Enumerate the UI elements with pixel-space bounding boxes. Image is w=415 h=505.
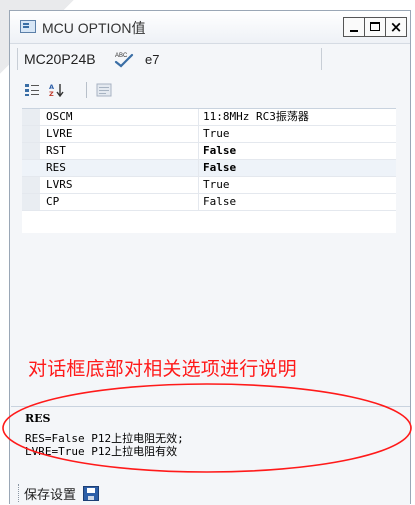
property-value[interactable]: False [203, 143, 236, 159]
device-bar-separator [321, 48, 322, 70]
property-value[interactable]: True [203, 126, 230, 142]
close-button[interactable]: × [385, 17, 407, 37]
property-row-rst[interactable]: RST False [22, 143, 396, 160]
device-name: MC20P24B [24, 51, 96, 67]
svg-text:Z: Z [49, 90, 54, 97]
property-value[interactable]: False [203, 194, 236, 210]
property-value[interactable]: True [203, 177, 230, 193]
device-bar: MC20P24B ABC e7 [10, 44, 410, 74]
row-gutter [22, 109, 40, 125]
property-name: RST [46, 144, 66, 157]
svg-text:ABC: ABC [115, 53, 128, 59]
property-toolbar: A Z [10, 77, 410, 103]
maximize-button[interactable] [364, 17, 386, 37]
property-row-oscm[interactable]: OSCM 11:8MHz RC3振荡器 [22, 109, 396, 126]
description-panel: RES RES=False P12上拉电阻无效; LVRE=True P12上拉… [11, 406, 410, 473]
column-divider [198, 177, 199, 193]
window-title: MCU OPTION值 [42, 20, 146, 36]
row-gutter [22, 143, 40, 159]
property-row-cp[interactable]: CP False [22, 194, 396, 211]
column-divider [198, 143, 199, 159]
property-row-res[interactable]: RES False [22, 160, 396, 177]
annotation-text: 对话框底部对相关选项进行说明 [28, 358, 297, 380]
window-controls: × [343, 17, 407, 37]
minimize-button[interactable] [343, 17, 365, 37]
column-divider [198, 126, 199, 142]
column-divider [198, 109, 199, 125]
maximize-icon [370, 22, 380, 31]
row-gutter [22, 194, 40, 210]
property-value[interactable]: False [203, 160, 236, 176]
mcu-option-window: MCU OPTION值 × MC20P24B ABC e7 A Z OSCM 1… [9, 10, 411, 505]
window-icon [20, 20, 36, 33]
toolbar-separator [86, 82, 87, 98]
property-row-lvrs[interactable]: LVRS True [22, 177, 396, 194]
abc-spellcheck-icon[interactable]: ABC [113, 50, 135, 68]
categorized-icon[interactable] [24, 83, 40, 97]
property-name: OSCM [46, 110, 73, 123]
row-gutter [22, 160, 40, 176]
save-settings-button[interactable]: 保存设置 [24, 483, 100, 503]
column-divider [198, 194, 199, 210]
property-name: LVRE [46, 127, 73, 140]
property-row-lvre[interactable]: LVRE True [22, 126, 396, 143]
property-name: LVRS [46, 178, 73, 191]
property-pages-icon[interactable] [96, 83, 112, 97]
minimize-icon [350, 30, 358, 32]
property-name: RES [46, 161, 66, 174]
save-settings-label: 保存设置 [24, 487, 77, 503]
property-grid: OSCM 11:8MHz RC3振荡器 LVRE True RST False … [22, 108, 396, 233]
property-value[interactable]: 11:8MHz RC3振荡器 [203, 109, 309, 125]
title-bar[interactable]: MCU OPTION值 × [10, 11, 410, 44]
row-gutter [22, 177, 40, 193]
description-title: RES [25, 412, 51, 425]
floppy-disk-icon [83, 485, 100, 501]
row-gutter [22, 126, 40, 142]
sort-alphabetical-icon[interactable]: A Z [49, 83, 65, 97]
description-line: LVRE=True P12上拉电阻有效 [25, 445, 178, 458]
device-code: e7 [145, 52, 160, 67]
status-bar: 保存设置 [10, 481, 410, 505]
close-icon: × [389, 18, 403, 36]
property-name: CP [46, 195, 60, 208]
column-divider [198, 160, 199, 176]
